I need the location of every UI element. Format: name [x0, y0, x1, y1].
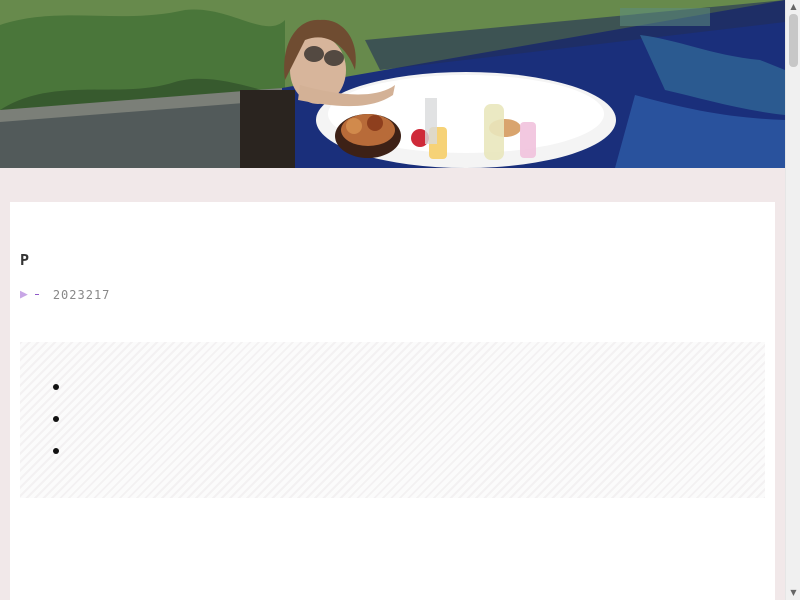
- category-link[interactable]: [34, 294, 39, 295]
- page: P ▶ 2023217: [0, 0, 785, 600]
- vertical-scrollbar[interactable]: ▲ ▼: [785, 0, 800, 600]
- post-title-line-2: P: [20, 251, 33, 269]
- play-icon: ▶: [20, 287, 29, 302]
- table-of-contents: [20, 342, 765, 498]
- chevron-down-icon[interactable]: ▼: [786, 586, 800, 600]
- toc-item[interactable]: [52, 410, 72, 442]
- toc-list: [52, 378, 72, 474]
- toc-item[interactable]: [52, 378, 72, 410]
- scrollbar-thumb[interactable]: [789, 14, 798, 67]
- pool-photo: [0, 0, 785, 168]
- toc-item[interactable]: [52, 442, 72, 474]
- header-image: [0, 0, 785, 168]
- post-meta: ▶ 2023217: [20, 287, 110, 302]
- post-date: 2023217: [52, 287, 111, 302]
- chevron-up-icon[interactable]: ▲: [786, 0, 800, 14]
